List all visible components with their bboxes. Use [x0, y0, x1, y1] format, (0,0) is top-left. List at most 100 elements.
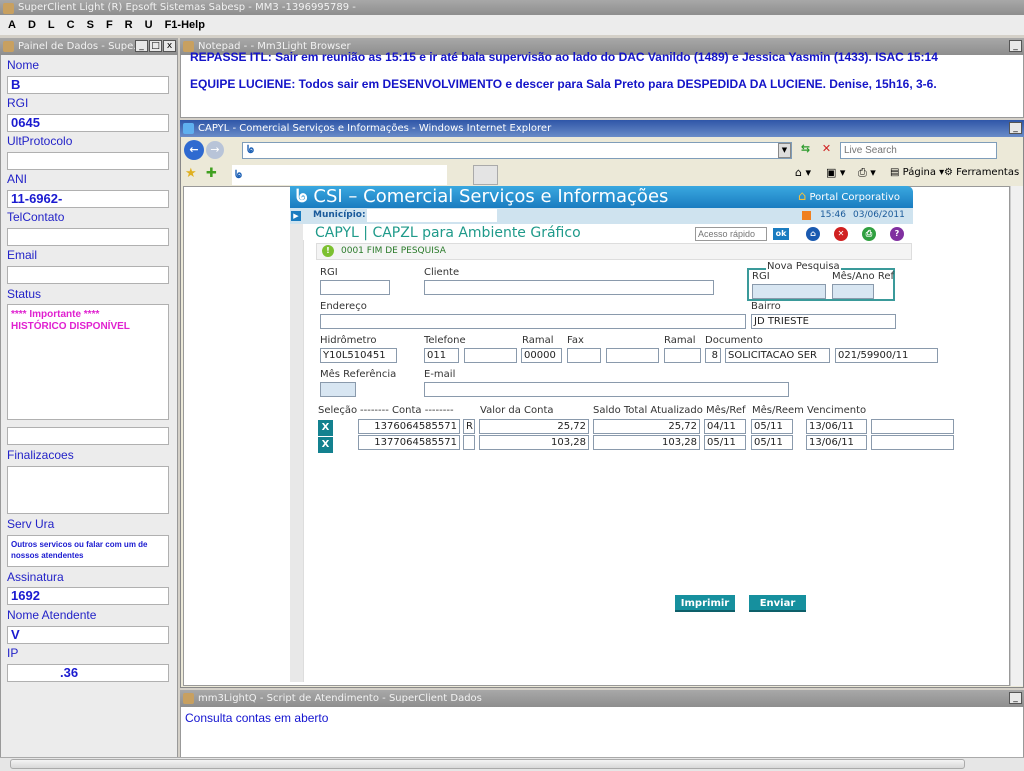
- new-tab-button[interactable]: [473, 165, 498, 185]
- ultprotocolo-field[interactable]: [7, 152, 169, 170]
- finalizacoes-textarea[interactable]: [7, 466, 169, 514]
- minimize-button[interactable]: _: [1009, 40, 1022, 52]
- menu-help[interactable]: F1-Help: [165, 19, 205, 31]
- page-menu[interactable]: ▤ Página ▾: [890, 167, 944, 178]
- back-button[interactable]: ←: [184, 140, 204, 160]
- mes-ref-field[interactable]: 04/11: [704, 419, 746, 434]
- email-label: Email: [7, 248, 38, 262]
- menu-u[interactable]: U: [145, 19, 153, 31]
- email-field[interactable]: [7, 266, 169, 284]
- minimize-button[interactable]: _: [1009, 692, 1022, 704]
- nova-rgi-field[interactable]: [752, 284, 826, 299]
- app-title-bar: SuperClient Light (R) Epsoft Sistemas Sa…: [0, 0, 1024, 15]
- rgi-field[interactable]: [320, 280, 390, 295]
- rgi-field[interactable]: 0645: [7, 114, 169, 132]
- flag-field[interactable]: [463, 435, 475, 450]
- saldo-field[interactable]: 25,72: [593, 419, 700, 434]
- select-row-1-button[interactable]: X: [318, 420, 333, 436]
- minimize-button[interactable]: _: [135, 40, 148, 52]
- ramal-field[interactable]: 00000: [521, 348, 562, 363]
- vencimento-field[interactable]: 13/06/11: [806, 435, 867, 450]
- browser-tab-active[interactable]: ᖚ: [232, 165, 447, 185]
- doc-digit-field[interactable]: 8: [705, 348, 721, 363]
- valor-field[interactable]: 103,28: [479, 435, 589, 450]
- mes-ref-field[interactable]: 05/11: [704, 435, 746, 450]
- feeds-icon[interactable]: ▣ ▾: [826, 166, 845, 179]
- telefone-field[interactable]: [464, 348, 517, 363]
- menu-f[interactable]: F: [106, 19, 113, 31]
- portal-corporativo-link[interactable]: ⌂ Portal Corporativo: [798, 189, 900, 204]
- favorites-star-icon[interactable]: ★: [185, 166, 197, 181]
- ddd-field[interactable]: 011: [424, 348, 459, 363]
- help-icon[interactable]: ?: [890, 227, 904, 241]
- live-search-input[interactable]: [840, 142, 997, 159]
- bairro-field[interactable]: JD TRIESTE: [751, 314, 896, 329]
- valor-field[interactable]: 25,72: [479, 419, 589, 434]
- mes-referencia-field[interactable]: [320, 382, 356, 397]
- nome-field[interactable]: B: [7, 76, 169, 94]
- exit-icon[interactable]: ✕: [834, 227, 848, 241]
- ip-field[interactable]: .36: [7, 664, 169, 682]
- imprimir-button[interactable]: Imprimir: [675, 595, 735, 612]
- ok-button[interactable]: ok: [773, 228, 789, 240]
- mes-reem-field[interactable]: 05/11: [751, 435, 793, 450]
- home-circle-icon[interactable]: ⌂: [806, 227, 820, 241]
- print-icon[interactable]: ⎙ ▾: [858, 166, 876, 180]
- hidrometro-field[interactable]: Y10L510451: [320, 348, 397, 363]
- expand-icon[interactable]: ▶: [291, 211, 301, 221]
- telcontato-field[interactable]: [7, 228, 169, 246]
- doc-number-field[interactable]: 021/59900/11: [835, 348, 938, 363]
- menu-s[interactable]: S: [87, 19, 94, 31]
- ani-field[interactable]: 11-6962-: [7, 190, 169, 208]
- print-circle-icon[interactable]: ⎙: [862, 227, 876, 241]
- cliente-field[interactable]: [424, 280, 714, 295]
- stop-icon[interactable]: ✕: [818, 142, 835, 159]
- menu-c[interactable]: C: [67, 19, 75, 31]
- mes-ano-ref-field[interactable]: [832, 284, 874, 299]
- select-row-2-button[interactable]: X: [318, 437, 333, 453]
- fax-ramal-field[interactable]: [664, 348, 701, 363]
- extra-field[interactable]: [871, 419, 954, 434]
- ie-icon: [183, 123, 194, 134]
- nome-atendente-field[interactable]: V: [7, 626, 169, 644]
- fax-ddd-field[interactable]: [567, 348, 601, 363]
- home-icon[interactable]: ⌂ ▾: [795, 166, 811, 179]
- conta-field[interactable]: 1377064585571: [358, 435, 460, 450]
- minimize-button[interactable]: _: [1009, 122, 1022, 134]
- refresh-icon[interactable]: ⇆: [797, 142, 814, 159]
- doc-type-field[interactable]: SOLICITACAO SER: [725, 348, 830, 363]
- municipio-field[interactable]: [367, 209, 497, 222]
- ramal2-label: Ramal: [664, 335, 696, 346]
- flag-field[interactable]: R: [463, 419, 475, 434]
- conta-field[interactable]: 1376064585571: [358, 419, 460, 434]
- menu-d[interactable]: D: [28, 19, 36, 31]
- nome-atendente-label: Nome Atendente: [7, 608, 97, 622]
- quick-access-input[interactable]: [695, 227, 767, 241]
- extra-field[interactable]: [871, 435, 954, 450]
- maximize-button[interactable]: □: [149, 40, 162, 52]
- mes-reem-field[interactable]: 05/11: [751, 419, 793, 434]
- scrollbar-thumb[interactable]: [10, 759, 965, 769]
- endereco-field[interactable]: [320, 314, 746, 329]
- forward-button[interactable]: →: [206, 141, 224, 159]
- header-selecao: Seleção: [318, 405, 358, 416]
- menu-r[interactable]: R: [125, 19, 133, 31]
- enviar-button[interactable]: Enviar: [749, 595, 806, 612]
- email-field[interactable]: [424, 382, 789, 397]
- status-textarea[interactable]: **** Importante **** HISTÓRICO DISPONÍVEL: [7, 304, 169, 420]
- vertical-scrollbar[interactable]: [1010, 186, 1023, 686]
- fax-field[interactable]: [606, 348, 659, 363]
- close-button[interactable]: x: [163, 40, 176, 52]
- assinatura-field[interactable]: 1692: [7, 587, 169, 605]
- tools-menu[interactable]: ⚙ Ferramentas: [944, 167, 1019, 178]
- serv-ura-field[interactable]: Outros servicos ou falar com um de nosso…: [7, 535, 169, 567]
- municipio-label: Município:: [313, 210, 366, 220]
- saldo-field[interactable]: 103,28: [593, 435, 700, 450]
- add-favorites-icon[interactable]: ✚: [206, 166, 217, 181]
- address-bar[interactable]: ᖚ: [242, 142, 792, 159]
- status-extra-field[interactable]: [7, 427, 169, 445]
- vencimento-field[interactable]: 13/06/11: [806, 419, 867, 434]
- menu-l[interactable]: L: [48, 19, 55, 31]
- address-dropdown-icon[interactable]: ▼: [778, 143, 791, 158]
- menu-a[interactable]: A: [8, 19, 16, 31]
